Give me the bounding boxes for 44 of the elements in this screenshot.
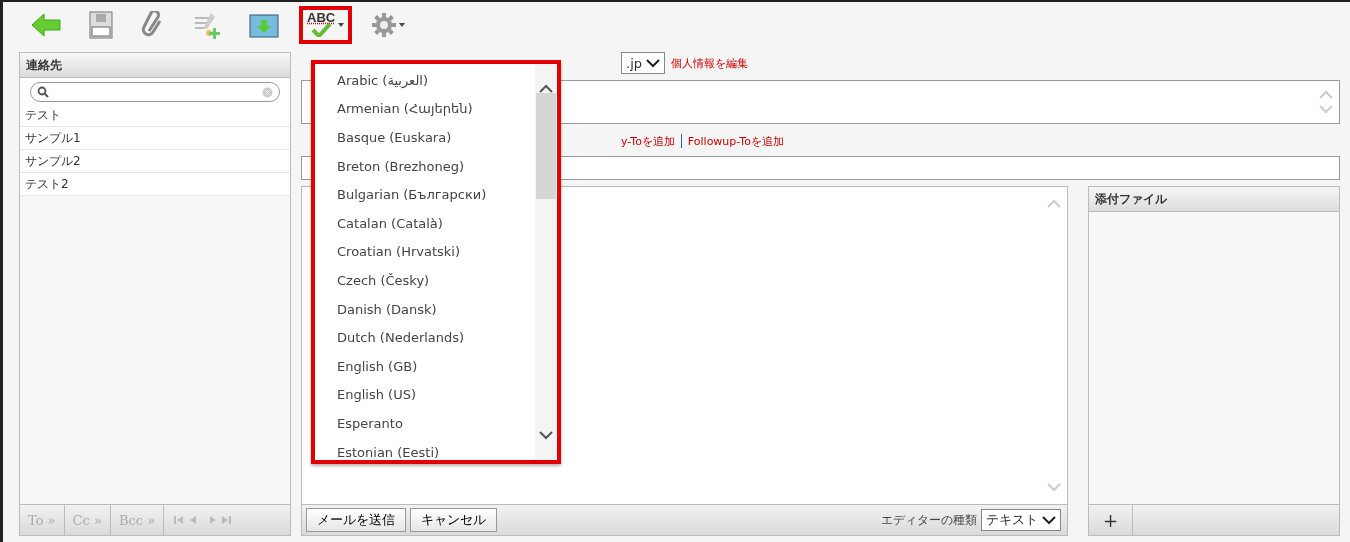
edit-profile-link[interactable]: 個人情報を編集 (671, 55, 748, 71)
language-option[interactable]: Dutch (Nederlands) (315, 323, 535, 352)
language-option[interactable]: Armenian (Հայերեն) (315, 94, 535, 124)
add-header-link[interactable]: y-Toを追加 (621, 133, 675, 149)
language-option[interactable]: Esperanto (315, 409, 535, 438)
language-option[interactable]: Czech (Česky) (315, 266, 535, 295)
language-option[interactable]: Bulgarian (Български) (315, 180, 535, 209)
contact-item[interactable]: サンプル2 (20, 150, 290, 173)
panel-header: 添付ファイル (1089, 187, 1339, 212)
language-option[interactable]: Arabic (العربية) (315, 66, 535, 95)
dropdown-icon[interactable] (1042, 515, 1056, 525)
language-option[interactable]: English (US) (315, 380, 535, 410)
editor-type-label: エディターの種類 (881, 511, 977, 529)
document-plus-icon (193, 11, 221, 39)
folder-download-icon (249, 12, 279, 38)
spellcheck-button[interactable]: ABC (299, 6, 353, 44)
contact-item[interactable]: サンプル1 (20, 127, 290, 150)
panel-header: 連絡先 (20, 53, 290, 78)
abc-label: ABC (307, 13, 336, 23)
scrollbar[interactable] (535, 64, 557, 460)
dropdown-icon[interactable] (646, 58, 660, 68)
scrollbar-thumb[interactable] (536, 93, 556, 199)
language-option[interactable]: Basque (Euskara) (315, 123, 535, 152)
language-option[interactable]: Catalan (Català) (315, 208, 535, 238)
scroll-up-icon[interactable] (539, 84, 553, 93)
scroll-down-icon[interactable] (539, 431, 553, 440)
cancel-button[interactable]: キャンセル (410, 508, 497, 532)
language-option[interactable]: Estonian (Eesti) (315, 437, 535, 460)
search-icon (37, 86, 49, 98)
editor-type-select[interactable]: テキスト (981, 509, 1061, 531)
clear-icon (262, 86, 273, 98)
language-option[interactable]: Danish (Dansk) (315, 294, 535, 324)
language-option[interactable]: Croatian (Hrvatski) (315, 237, 535, 267)
search-field[interactable] (30, 82, 280, 102)
pager-icon (174, 516, 232, 524)
language-option[interactable]: English (GB) (315, 351, 535, 381)
add-header-link[interactable]: Followup-Toを追加 (687, 133, 784, 149)
checkmark-icon (311, 23, 332, 37)
send-button[interactable]: メールを送信 (306, 508, 406, 532)
add-attachment-button[interactable]: + (1089, 505, 1134, 535)
language-option[interactable]: Breton (Brezhoneg) (315, 151, 535, 181)
from-select[interactable]: .jp (621, 52, 665, 74)
contact-item[interactable]: テスト (20, 104, 290, 127)
back-arrow-icon (31, 13, 61, 37)
